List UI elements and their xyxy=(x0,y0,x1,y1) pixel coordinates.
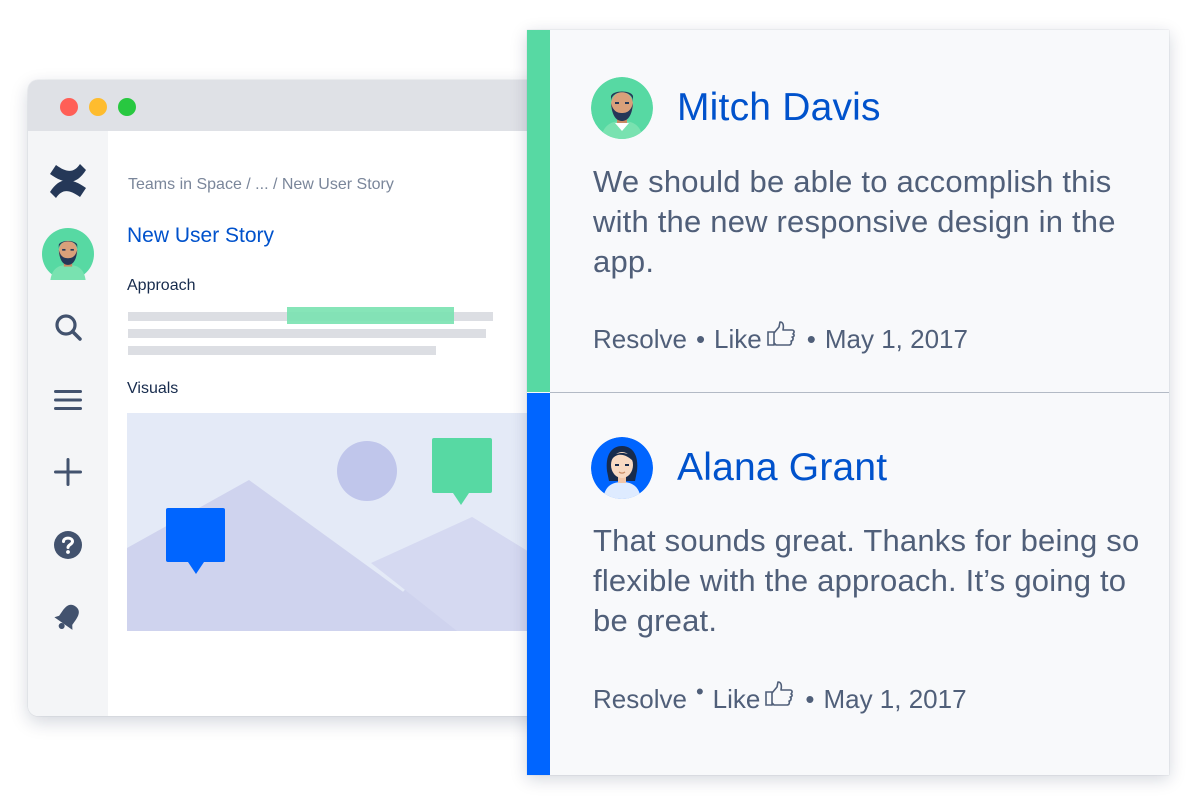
help-icon[interactable] xyxy=(28,523,108,567)
notifications-icon[interactable] xyxy=(28,595,108,639)
comment-date: May 1, 2017 xyxy=(823,684,967,714)
separator-dot: • xyxy=(805,684,815,714)
page-title: New User Story xyxy=(127,224,275,247)
comment-accent-bar xyxy=(527,30,550,392)
comment-body: We should be able to accomplish this wit… xyxy=(593,164,1116,279)
comment-body: That sounds great. Thanks for being so f… xyxy=(593,523,1140,638)
comments-panel: Mitch Davis We should be able to accompl… xyxy=(527,30,1169,775)
comment-author[interactable]: Mitch Davis xyxy=(677,86,881,130)
thumbs-up-icon[interactable] xyxy=(766,321,796,354)
avatar-alana-icon xyxy=(591,437,653,499)
search-icon[interactable] xyxy=(28,305,108,349)
visuals-heading: Visuals xyxy=(127,380,179,397)
menu-icon[interactable] xyxy=(28,378,108,422)
confluence-logo-icon[interactable] xyxy=(28,159,108,203)
sun-shape xyxy=(337,441,397,501)
window-titlebar xyxy=(28,80,568,131)
like-link[interactable]: Like xyxy=(714,324,762,355)
resolve-link[interactable]: Resolve xyxy=(593,684,687,715)
comment-author[interactable]: Alana Grant xyxy=(677,446,887,490)
comment-highlight[interactable] xyxy=(287,307,454,324)
avatar-mitch-icon xyxy=(591,77,653,139)
visual-image-placeholder xyxy=(127,413,547,631)
breadcrumb[interactable]: Teams in Space / ... / New User Story xyxy=(128,176,394,194)
avatar[interactable] xyxy=(591,437,653,499)
comment-item: Mitch Davis We should be able to accompl… xyxy=(527,30,1169,392)
resolve-link[interactable]: Resolve xyxy=(593,324,687,355)
thumbs-up-icon[interactable] xyxy=(764,681,794,714)
comment-meta: Resolve • Like • May 1, 2017 xyxy=(593,679,967,716)
browser-window: Teams in Space / ... / New User Story Ne… xyxy=(28,80,568,716)
comment-item: Alana Grant That sounds great. Thanks fo… xyxy=(527,393,1169,775)
comment-date: May 1, 2017 xyxy=(824,324,968,354)
separator-dot: • xyxy=(695,678,704,704)
comment-meta: Resolve • Like • May 1, 2017 xyxy=(593,321,968,356)
minimize-window-button[interactable] xyxy=(89,98,107,116)
sidebar xyxy=(28,131,108,716)
create-icon[interactable] xyxy=(28,450,108,494)
approach-heading: Approach xyxy=(127,277,196,294)
close-window-button[interactable] xyxy=(60,98,78,116)
comment-marker-green-icon[interactable] xyxy=(432,438,492,505)
text-line xyxy=(128,329,486,338)
page-content: Teams in Space / ... / New User Story Ne… xyxy=(108,131,568,716)
avatar[interactable] xyxy=(591,77,653,139)
like-link[interactable]: Like xyxy=(713,684,761,715)
text-line xyxy=(128,346,436,355)
zoom-window-button[interactable] xyxy=(118,98,136,116)
separator-dot: • xyxy=(806,324,816,354)
avatar-mitch-small xyxy=(42,228,94,280)
comment-accent-bar xyxy=(527,393,550,775)
separator-dot: • xyxy=(695,324,706,354)
avatar[interactable] xyxy=(28,228,108,280)
